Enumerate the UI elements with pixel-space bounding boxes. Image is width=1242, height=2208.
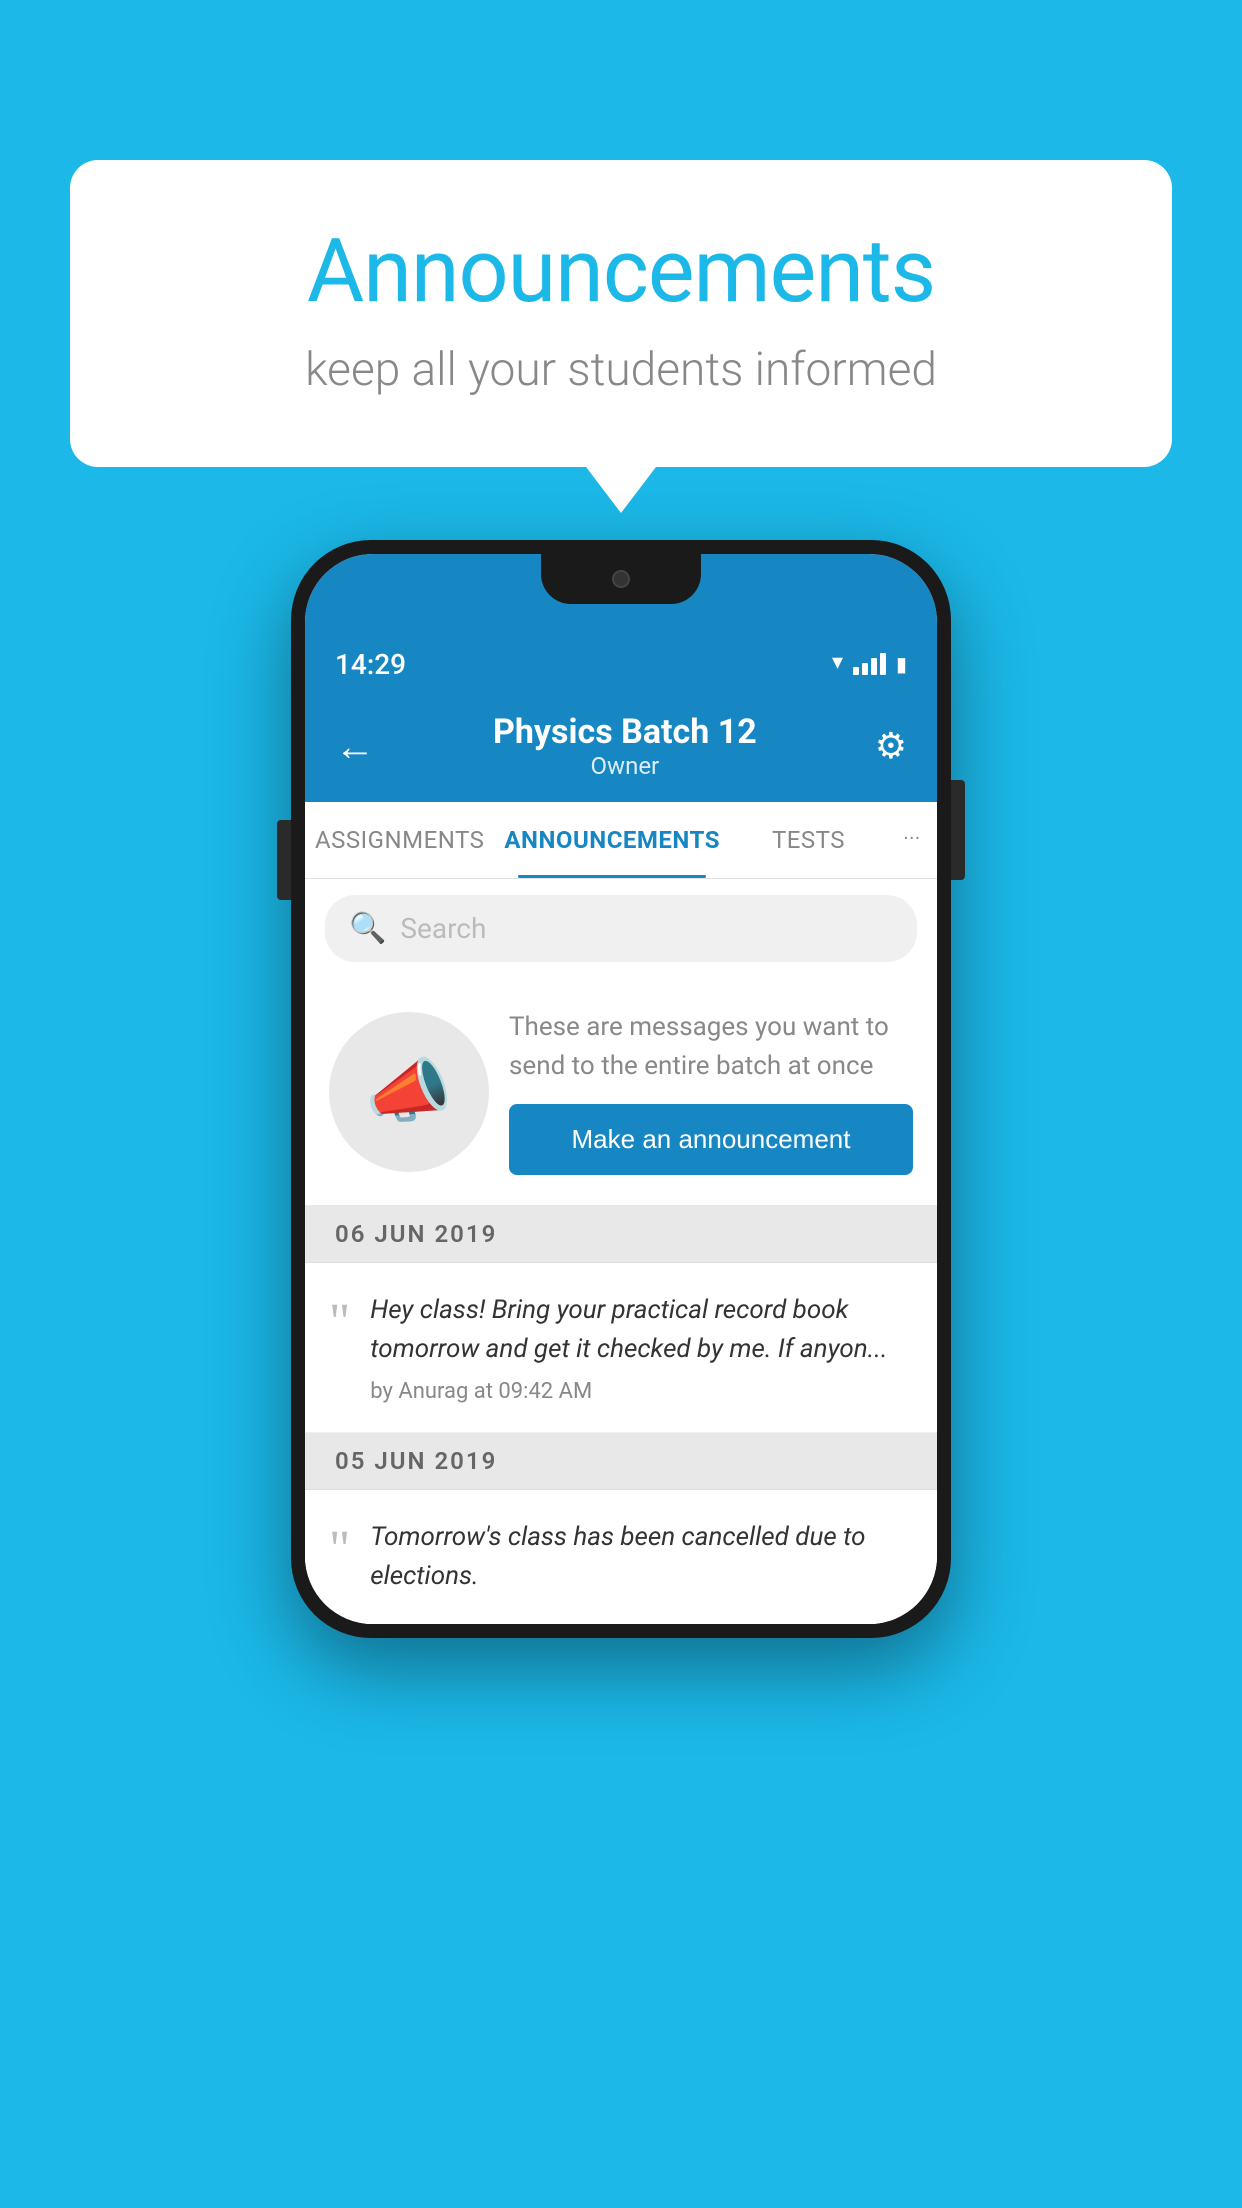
promo-section: 📣 These are messages you want to send to…: [305, 978, 937, 1206]
notch-area: [305, 554, 937, 634]
tab-assignments[interactable]: ASSIGNMENTS: [305, 802, 494, 878]
announcement-content-1: Hey class! Bring your practical record b…: [370, 1291, 913, 1404]
phone-screen: 14:29 ▾ ▮ ← Phy: [305, 554, 937, 1624]
wifi-signal-icon: ▾: [832, 653, 843, 675]
settings-gear-icon[interactable]: ⚙: [875, 725, 907, 767]
battery-icon: ▮: [896, 652, 907, 676]
search-placeholder: Search: [400, 912, 486, 945]
tab-more[interactable]: ···: [887, 802, 937, 878]
date-separator-jun5: 05 JUN 2019: [305, 1433, 937, 1490]
header-center: Physics Batch 12 Owner: [493, 712, 757, 780]
speech-bubble-subtitle: keep all your students informed: [150, 343, 1092, 397]
search-bar[interactable]: 🔍 Search: [325, 895, 917, 962]
back-button[interactable]: ←: [335, 723, 375, 770]
tab-announcements[interactable]: ANNOUNCEMENTS: [494, 802, 730, 878]
app-header: ← Physics Batch 12 Owner ⚙: [305, 694, 937, 802]
status-bar: 14:29 ▾ ▮: [305, 634, 937, 694]
promo-right: These are messages you want to send to t…: [509, 1008, 913, 1175]
quote-icon-1: ": [329, 1297, 350, 1349]
announcement-meta-1: by Anurag at 09:42 AM: [370, 1379, 913, 1404]
announcement-text-1: Hey class! Bring your practical record b…: [370, 1291, 913, 1369]
camera: [612, 570, 630, 588]
tab-tests[interactable]: TESTS: [730, 802, 887, 878]
promo-description: These are messages you want to send to t…: [509, 1008, 913, 1086]
owner-label: Owner: [493, 752, 757, 780]
speech-bubble-title: Announcements: [150, 220, 1092, 323]
announcement-text-2: Tomorrow's class has been cancelled due …: [370, 1518, 913, 1596]
announcement-item-2[interactable]: " Tomorrow's class has been cancelled du…: [305, 1490, 937, 1624]
status-time: 14:29: [335, 648, 406, 681]
cell-signal-icon: [853, 653, 886, 675]
speech-bubble-section: Announcements keep all your students inf…: [70, 160, 1172, 467]
date-separator-jun6: 06 JUN 2019: [305, 1206, 937, 1263]
search-icon: 🔍: [349, 911, 386, 946]
quote-icon-2: ": [329, 1524, 350, 1576]
make-announcement-button[interactable]: Make an announcement: [509, 1104, 913, 1175]
announcement-item-1[interactable]: " Hey class! Bring your practical record…: [305, 1263, 937, 1433]
announcement-content-2: Tomorrow's class has been cancelled due …: [370, 1518, 913, 1596]
status-icons: ▾ ▮: [832, 652, 907, 676]
search-bar-wrapper: 🔍 Search: [305, 879, 937, 978]
megaphone-icon: 📣: [365, 1051, 452, 1133]
batch-title: Physics Batch 12: [493, 712, 757, 752]
content-area: 🔍 Search 📣 These are messages you want t…: [305, 879, 937, 1624]
megaphone-icon-circle: 📣: [329, 1012, 489, 1172]
tabs-container: ASSIGNMENTS ANNOUNCEMENTS TESTS ···: [305, 802, 937, 879]
notch: [541, 554, 701, 604]
phone-outer-shell: 14:29 ▾ ▮ ← Phy: [291, 540, 951, 1638]
speech-bubble: Announcements keep all your students inf…: [70, 160, 1172, 467]
phone-mockup: 14:29 ▾ ▮ ← Phy: [291, 540, 951, 1638]
